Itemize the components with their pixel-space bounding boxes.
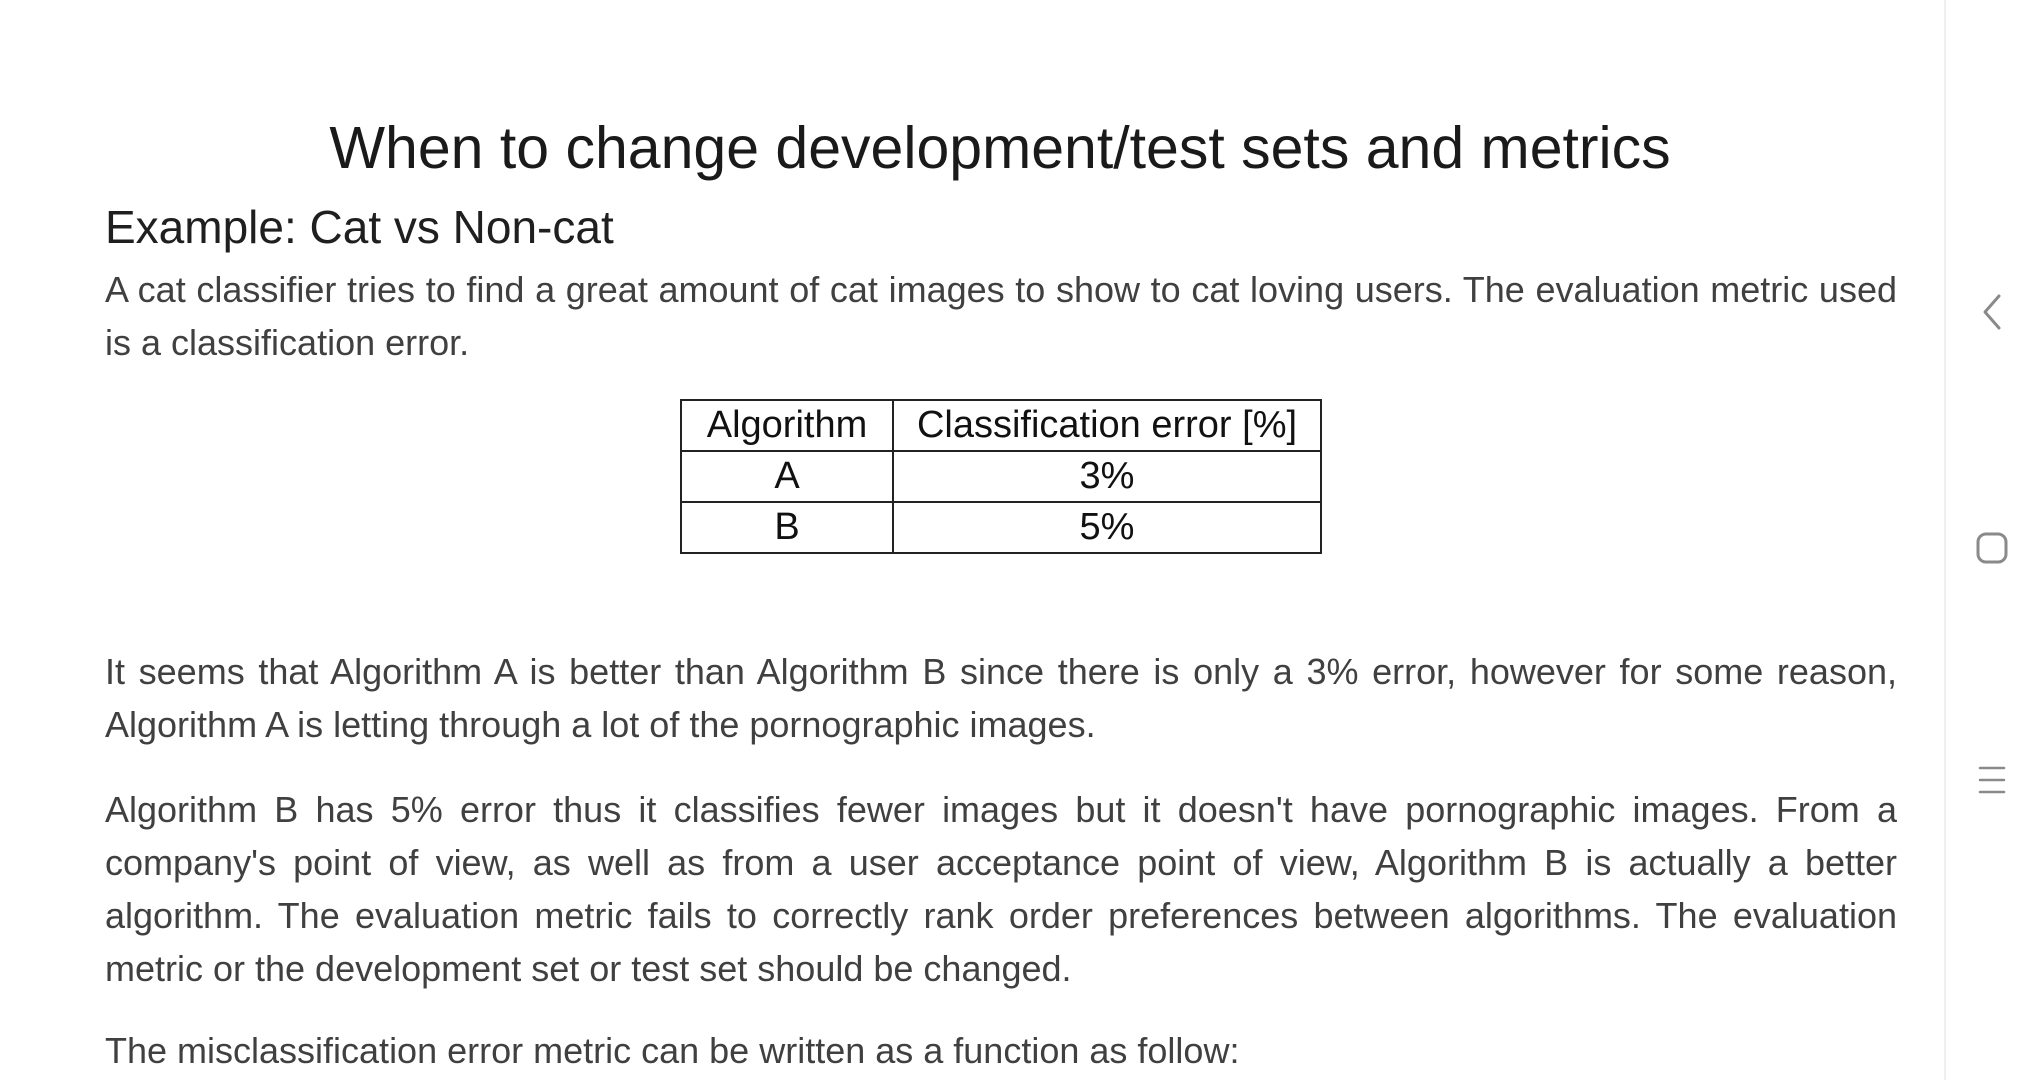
results-table: Algorithm Classification error [%] A 3% … — [680, 399, 1322, 554]
table-cell: 5% — [892, 501, 1322, 554]
three-lines-icon — [1978, 766, 2006, 794]
section-subtitle: Example: Cat vs Non-cat — [105, 201, 614, 253]
metric-paragraph: The misclassification error metric can b… — [105, 1030, 1240, 1071]
conclusion-paragraph: Algorithm B has 5% error thus it classif… — [105, 789, 1897, 989]
results-table-wrapper: Algorithm Classification error [%] A 3% … — [680, 399, 1322, 554]
table-header-cell: Algorithm — [680, 399, 894, 452]
document-page: When to change development/test sets and… — [0, 0, 1944, 1080]
table-header-cell: Classification error [%] — [892, 399, 1322, 452]
table-row: A 3% — [680, 450, 1322, 503]
page-title: When to change development/test sets and… — [329, 115, 1671, 181]
table-header-row: Algorithm Classification error [%] — [680, 399, 1322, 452]
intro-paragraph: A cat classifier tries to find a great a… — [105, 269, 1897, 363]
rounded-square-icon — [1976, 532, 2008, 564]
home-button[interactable] — [1972, 528, 2012, 568]
table-cell: 3% — [892, 450, 1322, 503]
table-row: B 5% — [680, 501, 1322, 554]
analysis-paragraph: It seems that Algorithm A is better than… — [105, 651, 1897, 745]
table-cell: A — [680, 450, 894, 503]
chevron-left-icon — [1983, 294, 2001, 330]
back-button[interactable] — [1972, 292, 2012, 332]
table-cell: B — [680, 501, 894, 554]
recents-button[interactable] — [1972, 760, 2012, 800]
